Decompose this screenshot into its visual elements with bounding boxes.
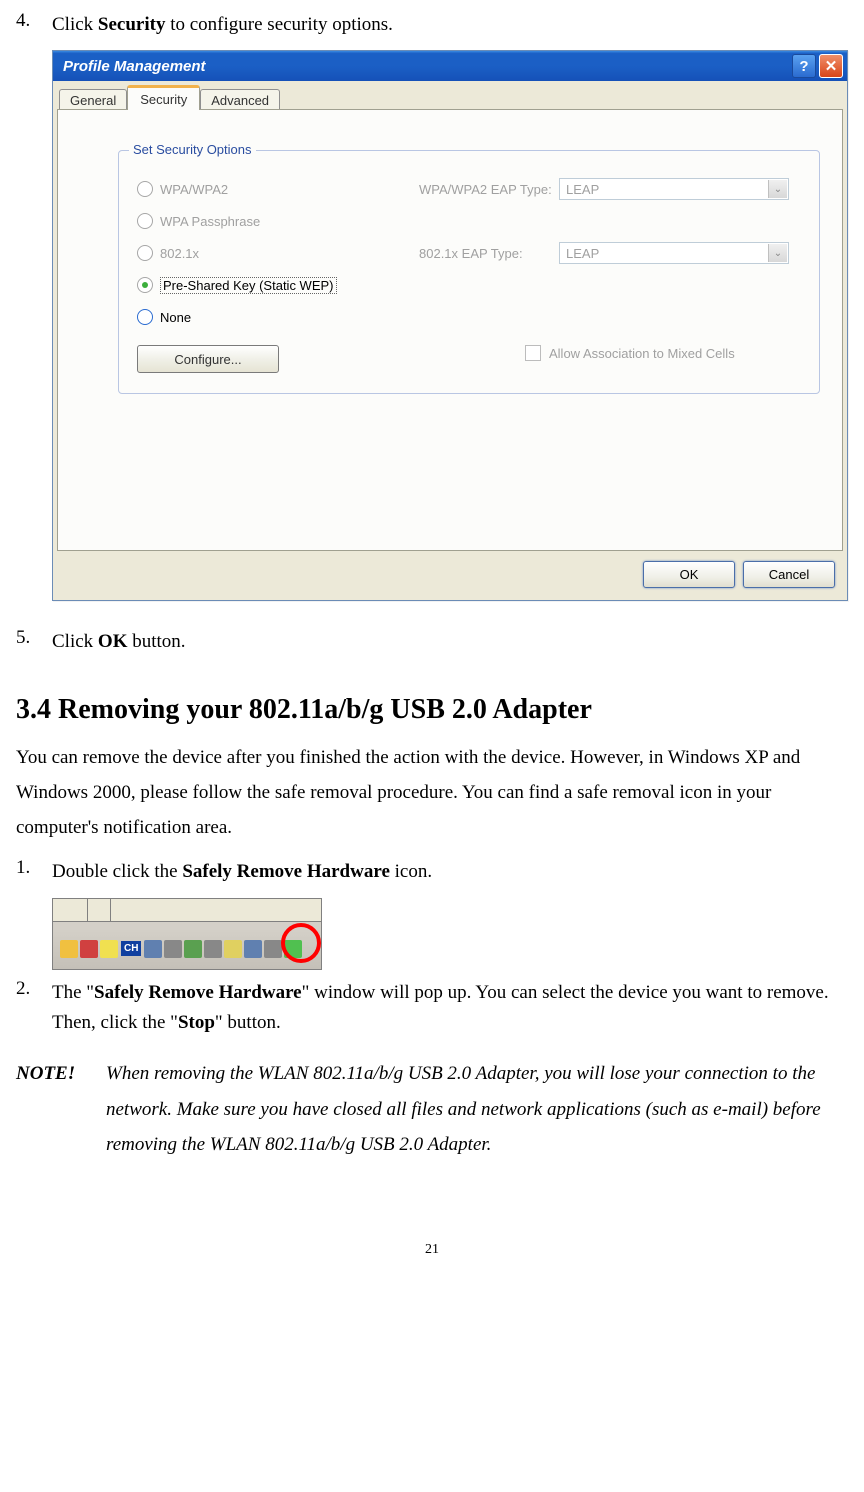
radio-wpa[interactable]: WPA/WPA2 WPA/WPA2 EAP Type: LEAP ⌄ bbox=[137, 173, 801, 205]
select-value: LEAP bbox=[566, 246, 599, 261]
tabs: General Security Advanced bbox=[59, 87, 843, 109]
step-number: 1. bbox=[16, 857, 52, 887]
text-fragment: " button. bbox=[215, 1012, 281, 1033]
dialog-body: General Security Advanced Set Security O… bbox=[53, 81, 847, 551]
step-number: 5. bbox=[16, 627, 52, 657]
section-heading: 3.4 Removing your 802.11a/b/g USB 2.0 Ad… bbox=[16, 694, 848, 726]
tray-icon bbox=[224, 940, 242, 958]
radio-icon bbox=[137, 245, 153, 261]
tab-general[interactable]: General bbox=[59, 89, 127, 110]
step-number: 4. bbox=[16, 10, 52, 40]
window-title: Profile Management bbox=[57, 58, 206, 75]
tray-icon bbox=[80, 940, 98, 958]
text-bold: Stop bbox=[178, 1012, 215, 1033]
highlight-circle bbox=[281, 923, 321, 963]
chevron-down-icon: ⌄ bbox=[768, 244, 787, 262]
tab-security[interactable]: Security bbox=[127, 85, 200, 110]
page-number: 21 bbox=[16, 1242, 848, 1258]
checkbox-icon bbox=[525, 345, 541, 361]
configure-button[interactable]: Configure... bbox=[137, 345, 279, 373]
tray-icon bbox=[184, 940, 202, 958]
radio-none[interactable]: None bbox=[137, 301, 801, 333]
tab-advanced[interactable]: Advanced bbox=[200, 89, 280, 110]
text-fragment: Double click the bbox=[52, 861, 182, 882]
step-4: 4. Click Security to configure security … bbox=[16, 10, 848, 40]
text-bold: Safely Remove Hardware bbox=[182, 861, 390, 882]
eap-type-label: WPA/WPA2 EAP Type: bbox=[419, 182, 552, 197]
paragraph: You can remove the device after you fini… bbox=[16, 740, 848, 845]
mixed-cells-checkbox[interactable]: Allow Association to Mixed Cells bbox=[525, 345, 735, 361]
text-fragment: button. bbox=[127, 631, 185, 652]
select-value: LEAP bbox=[566, 182, 599, 197]
tray-icon bbox=[264, 940, 282, 958]
radio-icon bbox=[137, 181, 153, 197]
step-5: 5. Click OK button. bbox=[16, 627, 848, 657]
tray-icon bbox=[204, 940, 222, 958]
security-options-group: Set Security Options WPA/WPA2 WPA/WPA2 E… bbox=[118, 150, 820, 394]
close-button[interactable]: ✕ bbox=[819, 54, 843, 78]
text-fragment: Click bbox=[52, 631, 98, 652]
radio-label: WPA Passphrase bbox=[160, 214, 260, 229]
step-text: Click Security to configure security opt… bbox=[52, 10, 848, 40]
tray-icon bbox=[144, 940, 162, 958]
group-legend: Set Security Options bbox=[129, 142, 256, 157]
text-fragment: icon. bbox=[390, 861, 432, 882]
note-label: NOTE! bbox=[16, 1056, 106, 1161]
titlebar: Profile Management ? ✕ bbox=[53, 51, 847, 81]
systray-screenshot: CH bbox=[52, 898, 322, 970]
checkbox-label: Allow Association to Mixed Cells bbox=[549, 346, 735, 361]
radio-label: None bbox=[160, 310, 191, 325]
tray-icon bbox=[100, 940, 118, 958]
text-fragment: to configure security options. bbox=[165, 14, 392, 35]
step-text: Click OK button. bbox=[52, 627, 848, 657]
tray-icon bbox=[60, 940, 78, 958]
tray-icon bbox=[244, 940, 262, 958]
lang-indicator: CH bbox=[121, 941, 141, 956]
note-block: NOTE! When removing the WLAN 802.11a/b/g… bbox=[16, 1056, 848, 1161]
step-2-remove: 2. The "Safely Remove Hardware" window w… bbox=[16, 978, 848, 1039]
radio-8021x[interactable]: 802.1x 802.1x EAP Type: LEAP ⌄ bbox=[137, 237, 801, 269]
help-button[interactable]: ? bbox=[792, 54, 816, 78]
step-text: Double click the Safely Remove Hardware … bbox=[52, 857, 848, 887]
cancel-button[interactable]: Cancel bbox=[743, 561, 835, 588]
note-text: When removing the WLAN 802.11a/b/g USB 2… bbox=[106, 1056, 848, 1161]
taskbar-top bbox=[53, 899, 321, 922]
step-1-remove: 1. Double click the Safely Remove Hardwa… bbox=[16, 857, 848, 887]
taskbar: CH bbox=[53, 929, 321, 969]
chevron-down-icon: ⌄ bbox=[768, 180, 787, 198]
radio-psk[interactable]: Pre-Shared Key (Static WEP) bbox=[137, 269, 801, 301]
radio-label: WPA/WPA2 bbox=[160, 182, 228, 197]
radio-icon bbox=[137, 277, 153, 293]
radio-icon bbox=[137, 309, 153, 325]
profile-management-dialog: Profile Management ? ✕ General Security … bbox=[52, 50, 848, 601]
dot1x-eap-select[interactable]: LEAP ⌄ bbox=[559, 242, 789, 264]
radio-label: 802.1x bbox=[160, 246, 199, 261]
wpa-eap-select[interactable]: LEAP ⌄ bbox=[559, 178, 789, 200]
step-text: The "Safely Remove Hardware" window will… bbox=[52, 978, 848, 1039]
eap-type-label: 802.1x EAP Type: bbox=[419, 246, 523, 261]
radio-label: Pre-Shared Key (Static WEP) bbox=[160, 277, 337, 294]
tray-icon bbox=[164, 940, 182, 958]
radio-icon bbox=[137, 213, 153, 229]
text-bold: Safely Remove Hardware bbox=[94, 982, 302, 1003]
tab-panel: Set Security Options WPA/WPA2 WPA/WPA2 E… bbox=[57, 109, 843, 551]
step-number: 2. bbox=[16, 978, 52, 1039]
text-fragment: The " bbox=[52, 982, 94, 1003]
dialog-footer: OK Cancel bbox=[53, 551, 847, 600]
text-bold: Security bbox=[98, 14, 166, 35]
text-bold: OK bbox=[98, 631, 128, 652]
radio-passphrase[interactable]: WPA Passphrase bbox=[137, 205, 801, 237]
text-fragment: Click bbox=[52, 14, 98, 35]
ok-button[interactable]: OK bbox=[643, 561, 735, 588]
